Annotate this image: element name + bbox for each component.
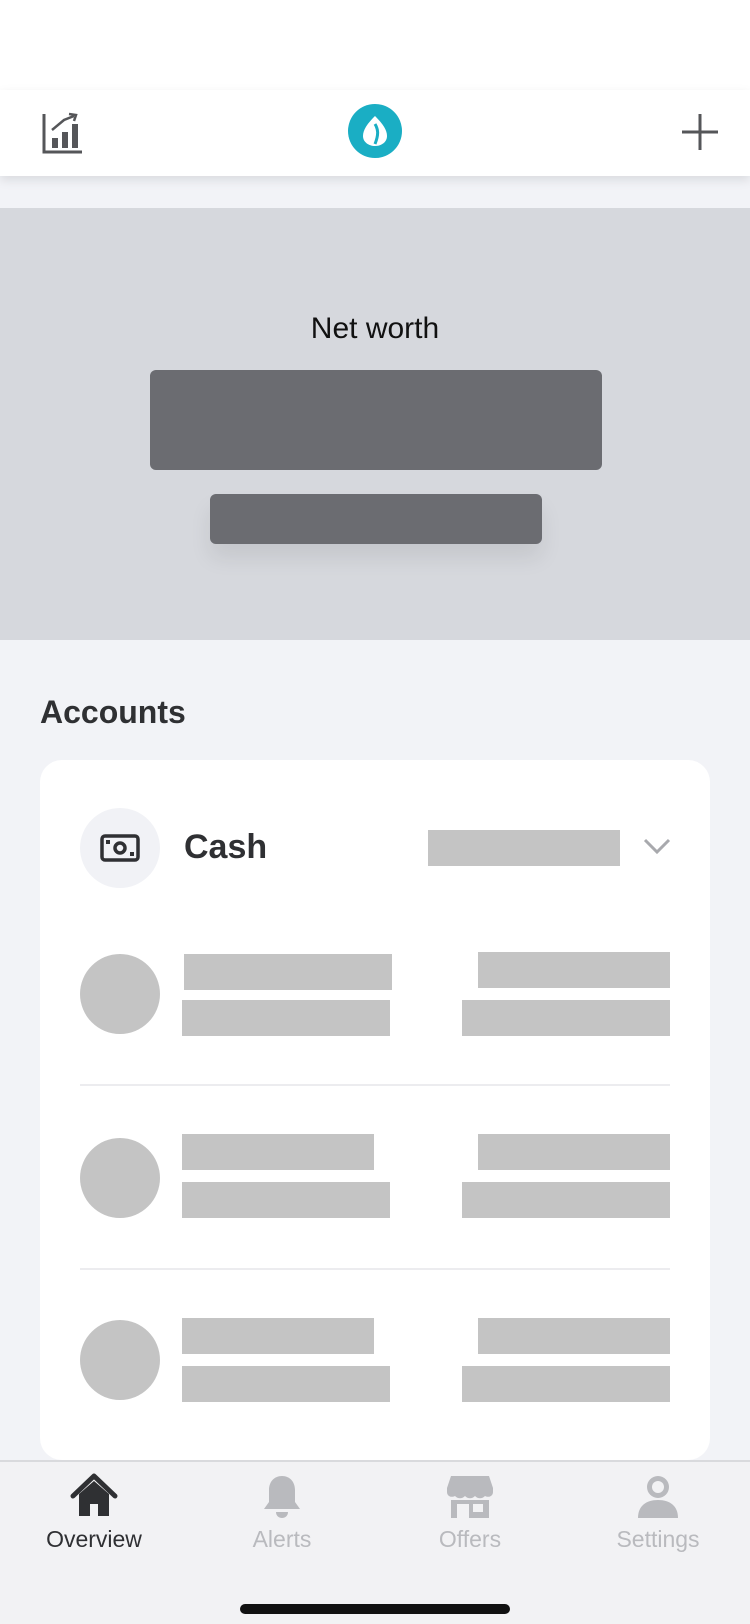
chart-bar-icon[interactable] <box>40 110 86 156</box>
top-app-bar <box>0 90 750 176</box>
account-avatar-placeholder <box>80 1138 160 1218</box>
account-subtitle-placeholder <box>182 1182 390 1218</box>
tab-alerts[interactable]: Alerts <box>188 1472 376 1582</box>
bell-icon <box>264 1476 300 1518</box>
account-detail-placeholder <box>462 1366 670 1402</box>
account-balance-placeholder <box>478 1134 670 1170</box>
account-row-2[interactable] <box>80 1134 670 1248</box>
home-icon <box>70 1473 118 1516</box>
account-name-placeholder <box>182 1134 374 1170</box>
tab-offers[interactable]: Offers <box>376 1472 564 1582</box>
account-balance-placeholder <box>478 952 670 988</box>
account-subtitle-placeholder <box>182 1000 390 1036</box>
net-worth-change-placeholder <box>210 494 542 544</box>
droplet-leaf-icon <box>363 116 387 146</box>
accounts-card: Cash <box>40 760 710 1460</box>
user-icon <box>638 1476 678 1518</box>
tab-label: Offers <box>438 1526 502 1552</box>
home-indicator <box>240 1604 510 1614</box>
net-worth-title: Net worth <box>310 312 440 345</box>
account-detail-placeholder <box>462 1000 670 1036</box>
chevron-down-icon[interactable] <box>642 836 672 856</box>
account-row-3[interactable] <box>80 1318 670 1430</box>
tab-settings[interactable]: Settings <box>564 1472 750 1582</box>
net-worth-panel: Net worth <box>0 208 750 640</box>
tab-label: Overview <box>46 1526 142 1552</box>
tab-label: Settings <box>616 1526 700 1552</box>
account-avatar-placeholder <box>80 954 160 1034</box>
account-row-1[interactable] <box>80 952 670 1064</box>
bottom-tab-bar: Overview Alerts Offers Settings <box>0 1460 750 1624</box>
cash-total-placeholder <box>428 830 620 866</box>
tab-label: Alerts <box>252 1526 312 1552</box>
cash-bill-icon <box>100 834 140 862</box>
cash-group-label[interactable]: Cash <box>184 828 267 867</box>
status-bar-area <box>0 0 750 90</box>
store-icon <box>447 1476 493 1518</box>
row-divider <box>80 1084 670 1086</box>
plus-icon[interactable] <box>678 110 722 154</box>
account-subtitle-placeholder <box>182 1366 390 1402</box>
account-avatar-placeholder <box>80 1320 160 1400</box>
accounts-heading: Accounts <box>40 694 186 730</box>
cash-group-icon-circle <box>80 808 160 888</box>
app-logo <box>348 104 402 158</box>
net-worth-amount-placeholder <box>150 370 602 470</box>
account-name-placeholder <box>184 954 392 990</box>
row-divider <box>80 1268 670 1270</box>
account-name-placeholder <box>182 1318 374 1354</box>
account-balance-placeholder <box>478 1318 670 1354</box>
tab-overview[interactable]: Overview <box>0 1472 188 1582</box>
account-detail-placeholder <box>462 1182 670 1218</box>
